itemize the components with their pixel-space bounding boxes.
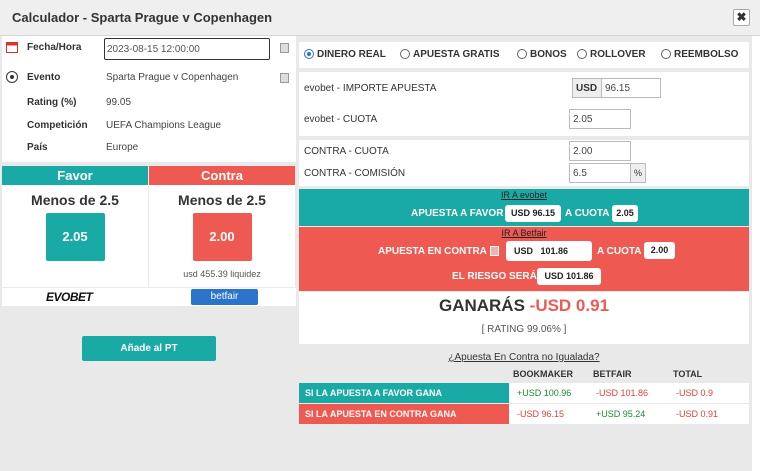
mode-dinero-real[interactable]: DINERO REAL: [304, 49, 386, 60]
col-total: TOTAL: [673, 369, 703, 379]
copy-icon[interactable]: [490, 246, 499, 256]
copy-icon[interactable]: [280, 73, 289, 83]
profit-headline: GANARÁS -USD 0.91: [438, 296, 610, 315]
mode-reembolso[interactable]: REEMBOLSO: [661, 49, 738, 60]
contra-liquidity: usd 455.39 liquidez: [183, 269, 261, 279]
favor-card: Favor Menos de 2.5 2.05: [2, 166, 148, 287]
cell-total: -USD 0.91: [676, 409, 719, 419]
col-betfair: BETFAIR: [593, 369, 632, 379]
evento-value: Sparta Prague v Copenhagen: [106, 72, 239, 83]
result-rating: [ RATING 99.06% ]: [481, 324, 567, 335]
window-titlebar: Calculador - Sparta Prague v Copenhagen …: [0, 0, 760, 36]
row-label: SI LA APUESTA A FAVOR GANA: [299, 383, 509, 403]
add-to-pt-button[interactable]: Añade al PT: [82, 336, 216, 361]
cell-bookmaker: +USD 100.96: [517, 388, 572, 398]
commission-label: CONTRA - COMISIÓN: [304, 168, 406, 179]
lay-fields: CONTRA - CUOTA CONTRA - COMISIÓN %: [299, 140, 749, 186]
table-row: SI LA APUESTA A FAVOR GANA +USD 100.96 -…: [299, 383, 749, 403]
col-bookmaker: BOOKMAKER: [513, 369, 573, 379]
rating-label: Rating (%): [27, 97, 77, 108]
back-bet-label: APUESTA A FAVOR: [411, 208, 504, 219]
radio-icon[interactable]: [400, 49, 410, 59]
back-odds-value: 2.05: [612, 205, 638, 222]
stake-input[interactable]: [601, 78, 661, 98]
mode-bonos[interactable]: BONOS: [517, 49, 567, 60]
evobet-logo[interactable]: EVOBET: [46, 290, 93, 304]
commission-unit: %: [630, 163, 646, 183]
stake-label: evobet - IMPORTE APUESTA: [304, 83, 437, 94]
rating-value: 99.05: [106, 97, 132, 108]
bookmaker-fields: evobet - IMPORTE APUESTA USD evobet - CU…: [299, 72, 749, 136]
fecha-input[interactable]: [104, 38, 270, 60]
favor-header: Favor: [2, 166, 148, 185]
edge-scroll-area: [752, 36, 760, 471]
favor-odds[interactable]: 2.05: [45, 213, 105, 261]
risk-label: EL RIESGO SERÁ: [452, 271, 537, 282]
bookmaker-logos: EVOBET betfair: [2, 288, 296, 306]
lay-bet-box: IR A Betfair APUESTA EN CONTRA USD 101.8…: [299, 227, 749, 291]
back-bet-amount: USD 96.15: [505, 205, 561, 222]
risk-value: USD 101.86: [537, 268, 601, 285]
close-icon[interactable]: ✖: [733, 9, 750, 26]
evento-row: Evento Sparta Prague v Copenhagen: [2, 68, 296, 88]
football-icon: [6, 71, 18, 83]
left-column: Fecha/Hora Evento Sparta Prague v Copenh…: [2, 36, 296, 471]
back-at-odds-label: A CUOTA: [565, 208, 610, 219]
profit-amount: -USD 0.91: [529, 296, 610, 315]
contra-market: Menos de 2.5: [178, 192, 266, 208]
odds-label: evobet - CUOTA: [304, 114, 378, 125]
copy-icon[interactable]: [280, 43, 289, 53]
radio-selected-icon[interactable]: [304, 49, 314, 59]
evento-label: Evento: [27, 72, 61, 83]
competicion-label: Competición: [27, 120, 88, 131]
pais-row: País Europe: [2, 138, 296, 158]
lay-at-odds-label: A CUOTA: [597, 246, 642, 257]
fecha-label: Fecha/Hora: [27, 42, 82, 53]
mode-apuesta-gratis[interactable]: APUESTA GRATIS: [400, 49, 499, 60]
go-to-betfair-link[interactable]: IR A Betfair: [299, 228, 749, 238]
lay-odds-value: 2.00: [644, 242, 675, 259]
contra-card: Contra Menos de 2.5 2.00 usd 455.39 liqu…: [149, 166, 295, 287]
go-to-evobet-link[interactable]: IR A evobet: [299, 190, 749, 200]
stake-currency: USD: [572, 78, 602, 98]
competicion-row: Competición UEFA Champions League: [2, 116, 296, 136]
unmatched-lay-link[interactable]: ¿Apuesta En Contra no Igualada?: [299, 352, 749, 363]
radio-icon[interactable]: [577, 49, 587, 59]
event-info-panel: Fecha/Hora Evento Sparta Prague v Copenh…: [2, 36, 296, 162]
lay-odds-label: CONTRA - CUOTA: [304, 146, 389, 157]
cell-total: -USD 0.9: [676, 388, 714, 398]
lay-bet-label: APUESTA EN CONTRA: [378, 246, 487, 257]
cell-betfair: -USD 101.86: [596, 388, 649, 398]
table-row: SI LA APUESTA EN CONTRA GANA -USD 96.15 …: [299, 404, 749, 424]
calendar-icon: [6, 42, 18, 53]
radio-icon[interactable]: [661, 49, 671, 59]
window-title: Calculador - Sparta Prague v Copenhagen: [12, 10, 273, 25]
contra-header: Contra: [149, 166, 295, 185]
result-panel: GANARÁS -USD 0.91 [ RATING 99.06% ]: [299, 292, 749, 344]
odds-input[interactable]: [569, 109, 631, 129]
rating-row: Rating (%) 99.05: [2, 93, 296, 113]
contra-odds[interactable]: 2.00: [192, 213, 252, 261]
lay-odds-input[interactable]: [569, 141, 631, 161]
cell-bookmaker: -USD 96.15: [517, 409, 565, 419]
commission-input[interactable]: [569, 163, 631, 183]
pais-value: Europe: [106, 142, 139, 153]
back-bet-box: IR A evobet APUESTA A FAVOR USD 96.15 A …: [299, 189, 749, 226]
row-label: SI LA APUESTA EN CONTRA GANA: [299, 404, 509, 424]
fecha-row: Fecha/Hora: [2, 38, 296, 60]
mode-radio-group: DINERO REAL APUESTA GRATIS BONOS ROLLOVE…: [299, 42, 749, 68]
pais-label: País: [27, 142, 48, 153]
favor-market: Menos de 2.5: [31, 192, 119, 208]
competicion-value: UEFA Champions League: [106, 120, 222, 131]
betfair-logo[interactable]: betfair: [191, 289, 258, 305]
lay-amount-box[interactable]: USD 101.86: [506, 241, 592, 261]
cell-betfair: +USD 95.24: [596, 409, 646, 419]
mode-rollover[interactable]: ROLLOVER: [577, 49, 646, 60]
radio-icon[interactable]: [517, 49, 527, 59]
